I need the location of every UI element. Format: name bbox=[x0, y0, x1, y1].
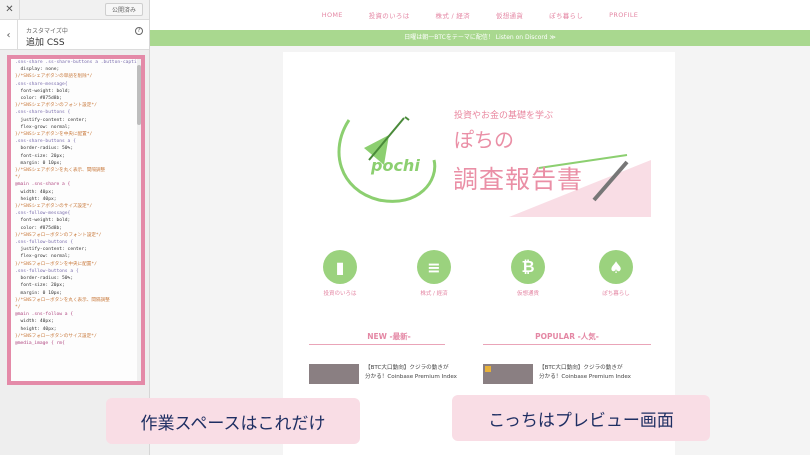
category-icon: ≡ bbox=[417, 250, 451, 284]
rank-badge bbox=[485, 366, 491, 372]
back-arrow-icon[interactable]: ‹ bbox=[0, 20, 18, 50]
category-label: 株式 / 経済 bbox=[420, 291, 448, 297]
close-icon[interactable]: ✕ bbox=[0, 0, 20, 19]
code-line: border-radius: 50%; bbox=[15, 146, 74, 152]
code-line: flex-grow: normal; bbox=[15, 254, 71, 260]
category-icon: ♠ bbox=[599, 250, 633, 284]
hero-logo-text: pochi bbox=[371, 156, 420, 175]
code-line: border-radius: 50%; bbox=[15, 276, 74, 282]
code-line: }/*SNSフォローボタンのサイズ設定*/ bbox=[15, 333, 97, 339]
workspace-callout: 作業スペースはこれだけ bbox=[106, 398, 360, 444]
new-post-card[interactable]: 【BTC大口動向】クジラの動きが 分かる！Coinbase Premium In… bbox=[309, 364, 479, 384]
code-line: }/*SNSシェアボタンの単語を削除*/ bbox=[15, 74, 93, 80]
code-line: font-size: 20px; bbox=[15, 153, 65, 159]
nav-item[interactable]: ぽち暮らし bbox=[536, 10, 596, 20]
code-line: margin: 0 10px; bbox=[15, 290, 63, 296]
code-line: width: 40px; bbox=[15, 319, 54, 325]
post-title-line2: 分かる！Coinbase Premium Index bbox=[365, 374, 457, 380]
nav-item[interactable]: PROFILE bbox=[596, 11, 651, 19]
category-link[interactable]: ≡ 株式 / 経済 bbox=[399, 250, 469, 297]
code-line: justify-content: center; bbox=[15, 117, 87, 123]
code-line: width: 40px; bbox=[15, 189, 54, 195]
code-line: .sns-follow-buttons a { bbox=[15, 268, 79, 274]
code-line: margin: 0 10px; bbox=[15, 160, 63, 166]
code-line: height: 40px; bbox=[15, 196, 57, 202]
new-section-divider bbox=[309, 344, 445, 345]
hero-image[interactable]: pochi 投資やお金の基礎を学ぶ ぽちの 調査報告書 bbox=[309, 90, 651, 217]
code-line: .sns-share-message{ bbox=[15, 81, 68, 87]
category-link[interactable]: ▮ 投資のいろは bbox=[305, 250, 375, 297]
nav-item[interactable]: HOME bbox=[309, 11, 356, 19]
hero-title-line2: 調査報告書 bbox=[453, 165, 584, 194]
section-header: ‹ カスタマイズ中 追加 CSS ? bbox=[0, 20, 149, 50]
code-line: }/*SNSフォローボタンのフォント設定*/ bbox=[15, 232, 102, 238]
code-line: height: 40px; bbox=[15, 326, 57, 332]
post-thumbnail bbox=[483, 364, 533, 384]
hero-tagline: 投資やお金の基礎を学ぶ bbox=[454, 111, 554, 121]
code-line: color: #875d8b; bbox=[15, 96, 63, 102]
code-line: color: #875d8b; bbox=[15, 225, 63, 231]
new-section-title: NEW -最新- bbox=[367, 332, 411, 341]
code-line: @main .sns-share a { bbox=[15, 182, 71, 188]
editor-scroll-thumb[interactable] bbox=[137, 65, 141, 125]
section-subtitle: カスタマイズ中 bbox=[26, 28, 68, 35]
post-title-line1: 【BTC大口動向】クジラの動きが bbox=[539, 365, 623, 371]
code-line: font-weight: bold; bbox=[15, 88, 71, 94]
code-line: font-size: 20px; bbox=[15, 283, 65, 289]
category-icon: ₿ bbox=[511, 250, 545, 284]
code-line: .sns-follow-buttons { bbox=[15, 240, 74, 246]
category-label: 投資のいろは bbox=[323, 291, 357, 297]
post-title-line1: 【BTC大口動向】クジラの動きが bbox=[365, 365, 449, 371]
customizer-sidebar: ✕ 公開済み ‹ カスタマイズ中 追加 CSS ? .sns-share .ss… bbox=[0, 0, 150, 455]
category-link[interactable]: ₿ 仮想通貨 bbox=[493, 250, 563, 297]
code-line: }/*SNSシェアボタンを中央に配置*/ bbox=[15, 132, 93, 138]
code-line: flex-grow: normal; bbox=[15, 124, 71, 130]
code-line: justify-content: center; bbox=[15, 247, 87, 253]
code-line: @media_image { rm{ bbox=[15, 340, 65, 346]
publish-button[interactable]: 公開済み bbox=[104, 3, 143, 16]
code-line: }/*SNSシェアボタンのフォント設定*/ bbox=[15, 103, 97, 109]
sidebar-topbar: ✕ 公開済み bbox=[0, 0, 149, 20]
popular-section-title: POPULAR -人気- bbox=[535, 332, 599, 341]
post-title-line2: 分かる！Coinbase Premium Index bbox=[539, 374, 631, 380]
category-icon: ▮ bbox=[323, 250, 357, 284]
editor-scrollbar[interactable] bbox=[137, 59, 141, 381]
code-line: display: none; bbox=[15, 67, 60, 73]
code-line: }/*SNSシェアボタンを丸く表示、間隔調整 bbox=[15, 168, 106, 174]
help-icon[interactable]: ? bbox=[135, 27, 143, 35]
code-line: }/*SNSシェアボタンのサイズ設定*/ bbox=[15, 204, 93, 210]
code-line: .sns-share-buttons { bbox=[15, 110, 71, 116]
nav-item[interactable]: 投資のいろは bbox=[356, 10, 423, 20]
css-code-editor[interactable]: .sns-share .ss-share-buttons a .button-c… bbox=[7, 55, 145, 385]
nav-item[interactable]: 仮想通貨 bbox=[483, 10, 536, 20]
code-line: .sns-follow-message{ bbox=[15, 211, 71, 217]
hero-title-line1: ぽちの bbox=[454, 128, 514, 152]
code-line: .sns-share-buttons a { bbox=[15, 139, 76, 145]
post-thumbnail bbox=[309, 364, 359, 384]
code-line: @main .sns-follow a { bbox=[15, 312, 74, 318]
customizer-screen: ✕ 公開済み ‹ カスタマイズ中 追加 CSS ? .sns-share .ss… bbox=[0, 0, 810, 455]
preview-callout: こっちはプレビュー画面 bbox=[452, 395, 710, 441]
code-line: */ bbox=[15, 304, 21, 310]
code-line: font-weight: bold; bbox=[15, 218, 71, 224]
category-label: 仮想通貨 bbox=[516, 291, 539, 297]
category-label: ぽち暮らし bbox=[602, 291, 630, 297]
popular-post-card[interactable]: 【BTC大口動向】クジラの動きが 分かる！Coinbase Premium In… bbox=[483, 364, 653, 384]
post-title: 【BTC大口動向】クジラの動きが 分かる！Coinbase Premium In… bbox=[365, 364, 469, 382]
code-line: */ bbox=[15, 175, 21, 181]
category-icons: ▮ 投資のいろは ≡ 株式 / 経済 ₿ 仮想通貨 ♠ ぽち暮らし bbox=[283, 250, 675, 310]
code-line: }/*SNSフォローボタンを中央に配置*/ bbox=[15, 261, 97, 267]
site-preview: HOME 投資のいろは 株式 / 経済 仮想通貨 ぽち暮らし PROFILE 日曜は朝一B… bbox=[150, 0, 810, 455]
nav-item[interactable]: 株式 / 経済 bbox=[423, 10, 483, 20]
post-title: 【BTC大口動向】クジラの動きが 分かる！Coinbase Premium In… bbox=[539, 364, 643, 382]
code-line: .sns-share .ss-share-buttons a .button-c… bbox=[15, 60, 141, 65]
category-link[interactable]: ♠ ぽち暮らし bbox=[581, 250, 651, 297]
announcement-banner[interactable]: 日曜は朝一BTCをテーマに配信！ Listen on Discord ≫ bbox=[150, 30, 810, 46]
code-line: }/*SNSフォローボタンを丸く表示、間隔調整 bbox=[15, 297, 110, 303]
popular-section-divider bbox=[483, 344, 651, 345]
site-nav: HOME 投資のいろは 株式 / 経済 仮想通貨 ぽち暮らし PROFILE bbox=[150, 0, 810, 30]
section-title: 追加 CSS bbox=[26, 38, 65, 48]
